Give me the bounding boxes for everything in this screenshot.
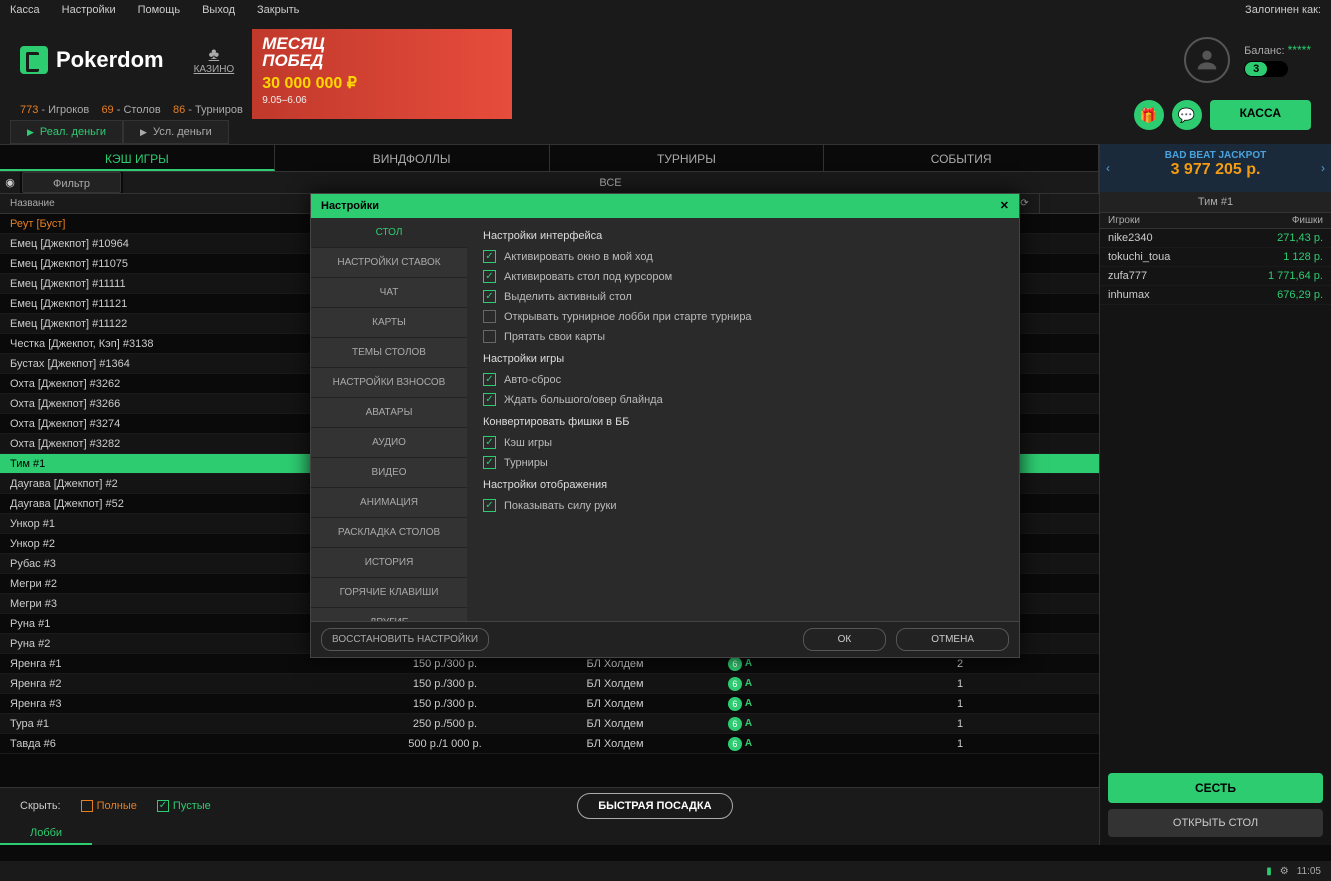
settings-nav-item[interactable]: ГОРЯЧИЕ КЛАВИШИ — [311, 578, 467, 607]
fast-seat-button[interactable]: БЫСТРАЯ ПОСАДКА — [577, 793, 732, 819]
game-tabs: КЭШ ИГРЫ ВИНДФОЛЛЫ ТУРНИРЫ СОБЫТИЯ — [0, 144, 1099, 172]
top-menubar: Касса Настройки Помощь Выход Закрыть Залогин… — [0, 0, 1331, 20]
balance: Баланс: ***** 3 — [1244, 43, 1311, 77]
player-row[interactable]: nike2340271,43 р. — [1100, 229, 1331, 248]
menu-items: Касса Настройки Помощь Выход Закрыть — [10, 0, 321, 20]
money-tabs: ▶Реал. деньги ▶Усл. деньги — [0, 120, 1331, 144]
settings-option[interactable]: Открывать турнирное лобби при старте тур… — [483, 310, 1003, 323]
menu-Помощь[interactable]: Помощь — [138, 4, 181, 16]
gift-button[interactable]: 🎁 — [1134, 100, 1164, 130]
windfalls-tab[interactable]: ВИНДФОЛЛЫ — [275, 145, 550, 171]
settings-nav: СТОЛНАСТРОЙКИ СТАВОКЧАТКАРТЫТЕМЫ СТОЛОВН… — [311, 218, 467, 621]
modal-title: Настройки — [321, 194, 379, 218]
casino-icon: ♣ — [194, 46, 235, 64]
balance-pill[interactable]: 3 — [1244, 61, 1268, 77]
login-status: Залогинен как: — [1245, 0, 1321, 20]
statusbar: ▮ ⚙ 11:05 — [0, 861, 1331, 881]
sit-button[interactable]: СЕСТЬ — [1108, 773, 1323, 803]
logo-icon — [20, 46, 48, 74]
settings-option[interactable]: Активировать стол под курсором — [483, 270, 1003, 283]
player-row[interactable]: zufa7771 771,64 р. — [1100, 267, 1331, 286]
settings-nav-item[interactable]: ДРУГИЕ — [311, 608, 467, 621]
lobby-tabs: Лобби — [0, 823, 1099, 845]
play-money-tab[interactable]: ▶Усл. деньги — [123, 120, 229, 144]
real-money-tab[interactable]: ▶Реал. деньги — [10, 120, 123, 144]
settings-nav-item[interactable]: РАСКЛАДКА СТОЛОВ — [311, 518, 467, 547]
logo[interactable]: Pokerdom — [20, 46, 164, 74]
hide-empty-checkbox[interactable]: Пустые — [157, 800, 211, 812]
network-icon: ▮ — [1266, 866, 1272, 877]
player-row[interactable]: tokuchi_toua1 128 р. — [1100, 248, 1331, 267]
restore-button[interactable]: ВОССТАНОВИТЬ НАСТРОЙКИ — [321, 628, 489, 651]
settings-nav-item[interactable]: КАРТЫ — [311, 308, 467, 337]
player-list: nike2340271,43 р.tokuchi_toua1 128 р.zuf… — [1100, 229, 1331, 765]
casino-link[interactable]: ♣ КАЗИНО — [194, 46, 235, 75]
menu-Касса[interactable]: Касса — [10, 4, 40, 16]
menu-Настройки[interactable]: Настройки — [62, 4, 116, 16]
promo-banner[interactable]: МЕСЯЦПОБЕД 30 000 000 ₽ 9.05–6.06 — [252, 29, 512, 119]
settings-option[interactable]: Показывать силу руки — [483, 499, 1003, 512]
cash-games-tab[interactable]: КЭШ ИГРЫ — [0, 145, 275, 171]
settings-option[interactable]: Выделить активный стол — [483, 290, 1003, 303]
settings-content: Настройки интерфейсаАктивировать окно в … — [467, 218, 1019, 621]
jackpot-prev-icon[interactable]: ‹ — [1106, 161, 1110, 175]
jackpot-next-icon[interactable]: › — [1321, 161, 1325, 175]
settings-nav-item[interactable]: ИСТОРИЯ — [311, 548, 467, 577]
stats-bar: 773 - Игроков 69 - Столов 86 - Турниров — [0, 100, 1331, 120]
menu-Закрыть[interactable]: Закрыть — [257, 4, 299, 16]
settings-nav-item[interactable]: ТЕМЫ СТОЛОВ — [311, 338, 467, 367]
settings-option[interactable]: Прятать свои карты — [483, 330, 1003, 343]
settings-nav-item[interactable]: ЧАТ — [311, 278, 467, 307]
filter-button[interactable]: Фильтр — [22, 172, 121, 193]
cancel-button[interactable]: ОТМЕНА — [896, 628, 1009, 651]
clock: 11:05 — [1297, 866, 1321, 877]
ok-button[interactable]: ОК — [803, 628, 887, 651]
lobby-tab[interactable]: Лобби — [0, 823, 92, 845]
settings-option[interactable]: Турниры — [483, 456, 1003, 469]
settings-option[interactable]: Авто-сброс — [483, 373, 1003, 386]
settings-nav-item[interactable]: СТОЛ — [311, 218, 467, 247]
modal-close-icon[interactable]: ✕ — [1000, 194, 1009, 218]
player-row[interactable]: inhumax676,29 р. — [1100, 286, 1331, 305]
filter-all[interactable]: ВСЕ — [123, 172, 1099, 193]
cashier-button[interactable]: КАССА — [1210, 100, 1311, 130]
settings-option[interactable]: Ждать большого/овер блайнда — [483, 393, 1003, 406]
settings-nav-item[interactable]: АУДИО — [311, 428, 467, 457]
hide-full-checkbox[interactable]: Полные — [81, 800, 137, 812]
settings-nav-item[interactable]: НАСТРОЙКИ ВЗНОСОВ — [311, 368, 467, 397]
settings-icon[interactable]: ⚙ — [1280, 866, 1289, 877]
header: Pokerdom ♣ КАЗИНО МЕСЯЦПОБЕД 30 000 000 … — [0, 20, 1331, 100]
settings-modal: Настройки ✕ СТОЛНАСТРОЙКИ СТАВОКЧАТКАРТЫ… — [310, 193, 1020, 658]
filter-toggle-icon[interactable]: ◉ — [0, 172, 20, 193]
avatar[interactable] — [1184, 37, 1230, 83]
logo-text: Pokerdom — [56, 47, 164, 73]
settings-option[interactable]: Активировать окно в мой ход — [483, 250, 1003, 263]
open-table-button[interactable]: ОТКРЫТЬ СТОЛ — [1108, 809, 1323, 837]
jackpot-panel: ‹ BAD BEAT JACKPOT 3 977 205 р. › — [1100, 144, 1331, 192]
settings-nav-item[interactable]: АНИМАЦИЯ — [311, 488, 467, 517]
table-row[interactable]: Яренга #3150 р./300 р.БЛ Холдем6A1 — [0, 694, 1099, 714]
settings-nav-item[interactable]: НАСТРОЙКИ СТАВОК — [311, 248, 467, 277]
menu-Выход[interactable]: Выход — [202, 4, 235, 16]
events-tab[interactable]: СОБЫТИЯ — [824, 145, 1099, 171]
settings-option[interactable]: Кэш игры — [483, 436, 1003, 449]
support-button[interactable]: 💬 — [1172, 100, 1202, 130]
table-row[interactable]: Яренга #2150 р./300 р.БЛ Холдем6A1 — [0, 674, 1099, 694]
table-row[interactable]: Тавда #6500 р./1 000 р.БЛ Холдем6A1 — [0, 734, 1099, 754]
tournaments-tab[interactable]: ТУРНИРЫ — [550, 145, 825, 171]
table-row[interactable]: Тура #1250 р./500 р.БЛ Холдем6A1 — [0, 714, 1099, 734]
side-table-title: Тим #1 — [1100, 192, 1331, 213]
settings-nav-item[interactable]: ВИДЕО — [311, 458, 467, 487]
settings-nav-item[interactable]: АВАТАРЫ — [311, 398, 467, 427]
